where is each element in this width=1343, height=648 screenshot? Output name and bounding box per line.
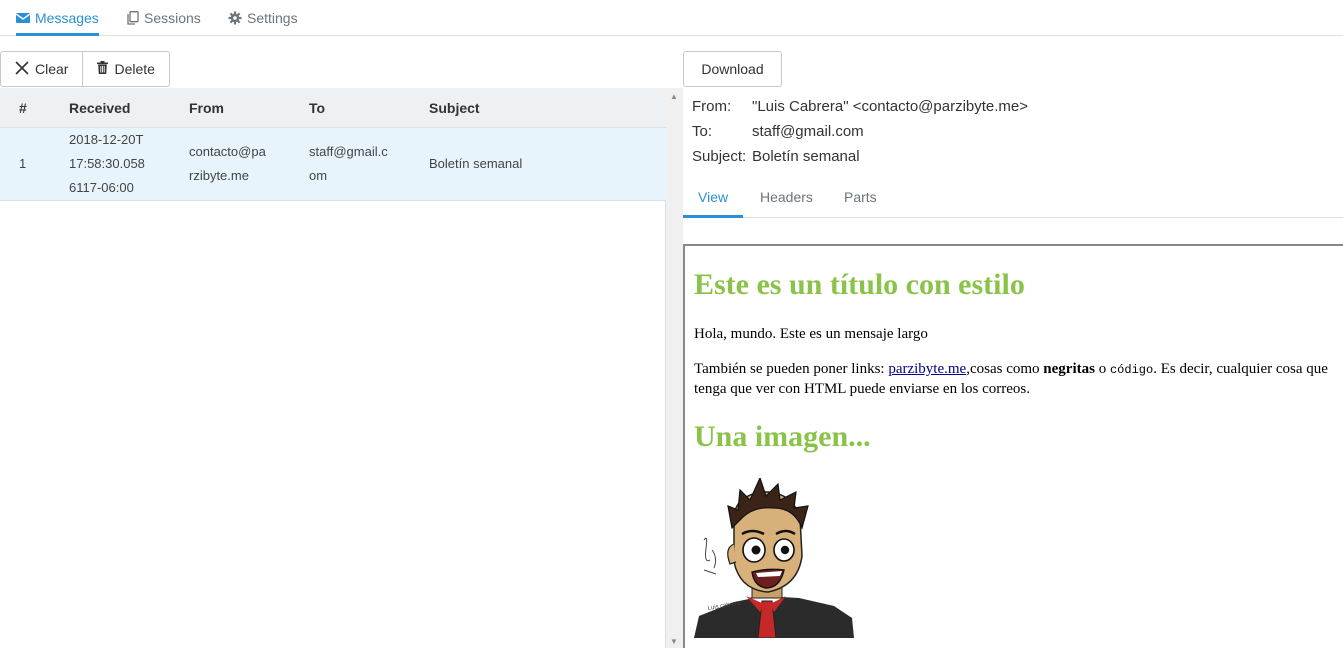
- row-num: 1: [19, 156, 27, 171]
- row-from-line: contacto@pa: [189, 144, 266, 159]
- row-to: staff@gmail.c om: [309, 140, 388, 188]
- row-from-line: rzibyte.me: [189, 168, 249, 183]
- parzibyte-link[interactable]: parzibyte.me: [888, 361, 966, 377]
- table-row[interactable]: 1 2018-12-20T 17:58:30.058 6117-06:00 co…: [0, 128, 666, 201]
- top-nav: Messages Sessions Settings: [0, 0, 1343, 36]
- message-preview: Este es un título con estilo Hola, mundo…: [683, 244, 1343, 648]
- tab-headers[interactable]: Headers: [760, 182, 813, 218]
- tab-settings[interactable]: Settings: [228, 0, 298, 36]
- close-icon: [15, 60, 29, 78]
- tab-messages-label: Messages: [35, 10, 99, 26]
- para2-or: o: [1094, 361, 1110, 377]
- subject-label: Subject:: [692, 148, 747, 165]
- preview-paragraph-1: Hola, mundo. Este es un mensaje largo: [694, 326, 928, 342]
- tab-sessions-label: Sessions: [144, 10, 201, 26]
- message-toolbar: Clear Delete: [0, 51, 170, 87]
- clear-button[interactable]: Clear: [1, 52, 82, 86]
- row-received-line: 2018-12-20T: [69, 132, 144, 147]
- row-received-line: 6117-06:00: [69, 180, 134, 195]
- delete-button-label: Delete: [114, 61, 155, 77]
- scroll-down-arrow-icon[interactable]: ▼: [670, 637, 678, 646]
- col-header-from[interactable]: From: [189, 88, 224, 128]
- preview-heading-2: Una imagen...: [694, 420, 871, 453]
- trash-icon: [97, 61, 109, 77]
- to-label: To:: [692, 123, 713, 140]
- col-header-received[interactable]: Received: [69, 88, 130, 128]
- row-received-line: 17:58:30.058: [69, 156, 145, 171]
- scroll-up-arrow-icon[interactable]: ▲: [670, 92, 678, 101]
- preview-paragraph-2: También se pueden poner links: parzibyte…: [694, 360, 1343, 399]
- tab-messages[interactable]: Messages: [16, 0, 99, 36]
- from-label: From:: [692, 98, 732, 115]
- message-list: # Received From To Subject 1 2018-12-20T…: [0, 88, 666, 648]
- tab-parts[interactable]: Parts: [844, 182, 877, 218]
- para2-mid: ,cosas como: [966, 361, 1044, 377]
- gear-icon: [228, 11, 242, 25]
- preview-heading-1: Este es un título con estilo: [694, 268, 1025, 301]
- cartoon-portrait-image: Luis cabrera: [694, 476, 856, 639]
- message-tabs: View Headers Parts: [683, 182, 1343, 218]
- tab-sessions[interactable]: Sessions: [127, 0, 201, 36]
- para2-prefix: También se pueden poner links:: [694, 361, 889, 377]
- to-value: staff@gmail.com: [752, 123, 864, 140]
- row-received: 2018-12-20T 17:58:30.058 6117-06:00: [69, 128, 145, 200]
- download-button[interactable]: Download: [683, 51, 782, 87]
- para2-code: código: [1109, 363, 1154, 377]
- row-to-line: staff@gmail.c: [309, 144, 388, 159]
- list-scrollbar[interactable]: ▲ ▼: [666, 88, 683, 648]
- tab-view[interactable]: View: [683, 182, 744, 218]
- tab-settings-label: Settings: [247, 10, 298, 26]
- col-header-num[interactable]: #: [19, 88, 27, 128]
- copy-icon: [127, 11, 139, 25]
- col-header-subject[interactable]: Subject: [429, 88, 480, 128]
- col-header-to[interactable]: To: [309, 88, 325, 128]
- envelope-icon: [16, 12, 30, 24]
- clear-button-label: Clear: [35, 61, 69, 77]
- para2-bold: negritas: [1043, 361, 1095, 377]
- row-from: contacto@pa rzibyte.me: [189, 140, 266, 188]
- row-subject: Boletín semanal: [429, 156, 523, 171]
- message-detail: Download From: "Luis Cabrera" <contacto@…: [683, 36, 1343, 648]
- from-value: "Luis Cabrera" <contacto@parzibyte.me>: [752, 98, 1029, 115]
- subject-value: Boletín semanal: [752, 148, 860, 165]
- table-header: # Received From To Subject: [0, 88, 666, 128]
- delete-button[interactable]: Delete: [82, 52, 168, 86]
- row-to-line: om: [309, 168, 328, 183]
